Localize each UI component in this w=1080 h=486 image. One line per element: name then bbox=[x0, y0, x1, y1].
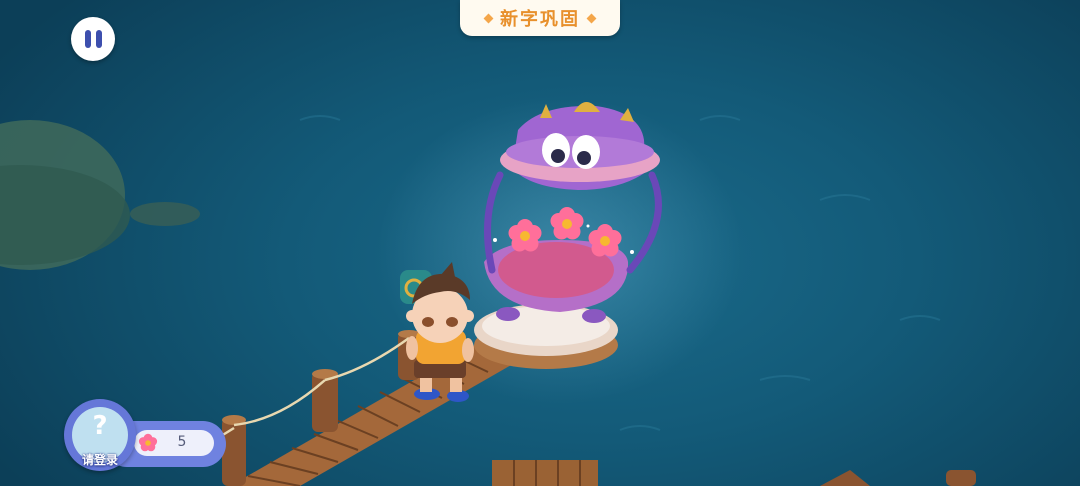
diamond-left-icon bbox=[483, 13, 494, 23]
island-rocks bbox=[0, 120, 200, 270]
flower-count: 5 bbox=[177, 434, 187, 450]
pause-button[interactable] bbox=[71, 17, 115, 61]
pause-icon-bar-right bbox=[95, 30, 102, 48]
level-title-banner: 新字巩固 bbox=[460, 0, 620, 36]
lower-dock bbox=[492, 460, 976, 486]
diamond-right-icon bbox=[586, 13, 597, 23]
pause-icon bbox=[84, 30, 91, 48]
game-scene bbox=[0, 0, 1080, 486]
scene-artwork bbox=[0, 102, 976, 486]
question-mark-icon: ? bbox=[92, 411, 108, 441]
login-label[interactable]: 请登录 bbox=[64, 451, 136, 468]
level-title: 新字巩固 bbox=[500, 9, 580, 30]
flower-icon bbox=[138, 433, 158, 452]
